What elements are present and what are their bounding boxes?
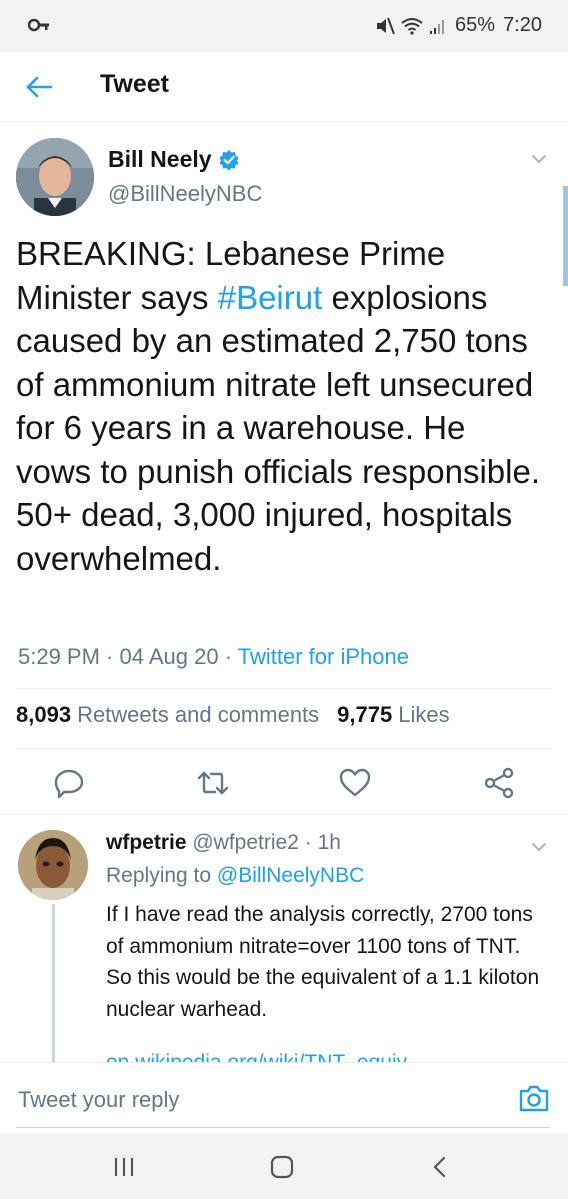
reply-author-handle[interactable]: @wfpetrie2: [192, 831, 299, 854]
likes-label[interactable]: Likes: [398, 702, 449, 728]
scrollbar[interactable]: [563, 186, 568, 286]
home-icon[interactable]: [268, 1154, 296, 1180]
retweets-count[interactable]: 8,093: [16, 702, 71, 728]
chevron-down-icon[interactable]: [530, 838, 548, 856]
page-title: Tweet: [100, 70, 169, 98]
replying-mention-link[interactable]: @BillNeelyNBC: [217, 864, 364, 887]
tweet-timestamp: 5:29 PM · 04 Aug 20 · Twitter for iPhone: [18, 644, 409, 669]
author-name[interactable]: Bill Neely: [108, 146, 240, 173]
reply-age: 1h: [317, 831, 341, 854]
reply-header: wfpetrie @wfpetrie2 · 1h: [106, 831, 341, 854]
back-arrow-icon[interactable]: [24, 72, 54, 102]
recent-apps-icon[interactable]: [110, 1154, 138, 1180]
share-icon[interactable]: [482, 766, 516, 800]
author-handle[interactable]: @BillNeelyNBC: [108, 181, 262, 207]
tweet-text: BREAKING: Lebanese Prime Minister says #…: [16, 232, 546, 580]
chevron-down-icon[interactable]: [530, 150, 548, 168]
tweet-stats: 8,093 Retweets and comments 9,775 Likes: [16, 702, 450, 728]
retweet-icon[interactable]: [196, 766, 230, 800]
likes-count[interactable]: 9,775: [337, 702, 392, 728]
reply-text: If I have read the analysis correctly, 2…: [106, 903, 540, 1021]
reply-composer: Tweet your reply: [0, 1062, 568, 1134]
tweet-source-link[interactable]: Twitter for iPhone: [238, 644, 409, 669]
tweet-text-part2: explosions caused by an estimated 2,750 …: [16, 278, 541, 577]
input-underline: [16, 1127, 550, 1128]
camera-icon[interactable]: [518, 1083, 550, 1113]
tweet-header: Tweet: [0, 52, 568, 122]
reply-input[interactable]: Tweet your reply: [18, 1087, 179, 1113]
android-nav-bar: [0, 1134, 568, 1199]
thread-line: [52, 904, 55, 1064]
back-nav-icon[interactable]: [426, 1154, 454, 1180]
reply-author-name[interactable]: wfpetrie: [106, 831, 187, 854]
divider: [0, 814, 568, 815]
clock: 7:20: [503, 14, 542, 36]
author-avatar[interactable]: [16, 138, 94, 216]
status-bar: 65% 7:20: [0, 0, 568, 52]
divider: [16, 688, 552, 689]
battery-level: 65%: [455, 14, 496, 36]
retweets-label[interactable]: Retweets and comments: [77, 702, 319, 728]
wifi-icon: [401, 17, 423, 35]
reply-author-avatar[interactable]: [18, 830, 88, 900]
key-icon: [28, 18, 49, 32]
like-heart-icon[interactable]: [338, 766, 372, 800]
tweet-actions: [0, 750, 568, 814]
tweet-time: 5:29 PM: [18, 644, 100, 669]
mute-icon: [377, 17, 395, 34]
signal-icon: [430, 19, 445, 34]
hashtag-link[interactable]: #Beirut: [218, 279, 323, 316]
replying-prefix: Replying to: [106, 864, 212, 887]
tweet-date: 04 Aug 20: [119, 644, 219, 669]
replying-to: Replying to @BillNeelyNBC: [106, 864, 364, 888]
verified-badge-icon: [219, 149, 239, 170]
divider: [16, 748, 552, 749]
reply-icon[interactable]: [52, 766, 86, 800]
author-name-text: Bill Neely: [108, 146, 212, 172]
